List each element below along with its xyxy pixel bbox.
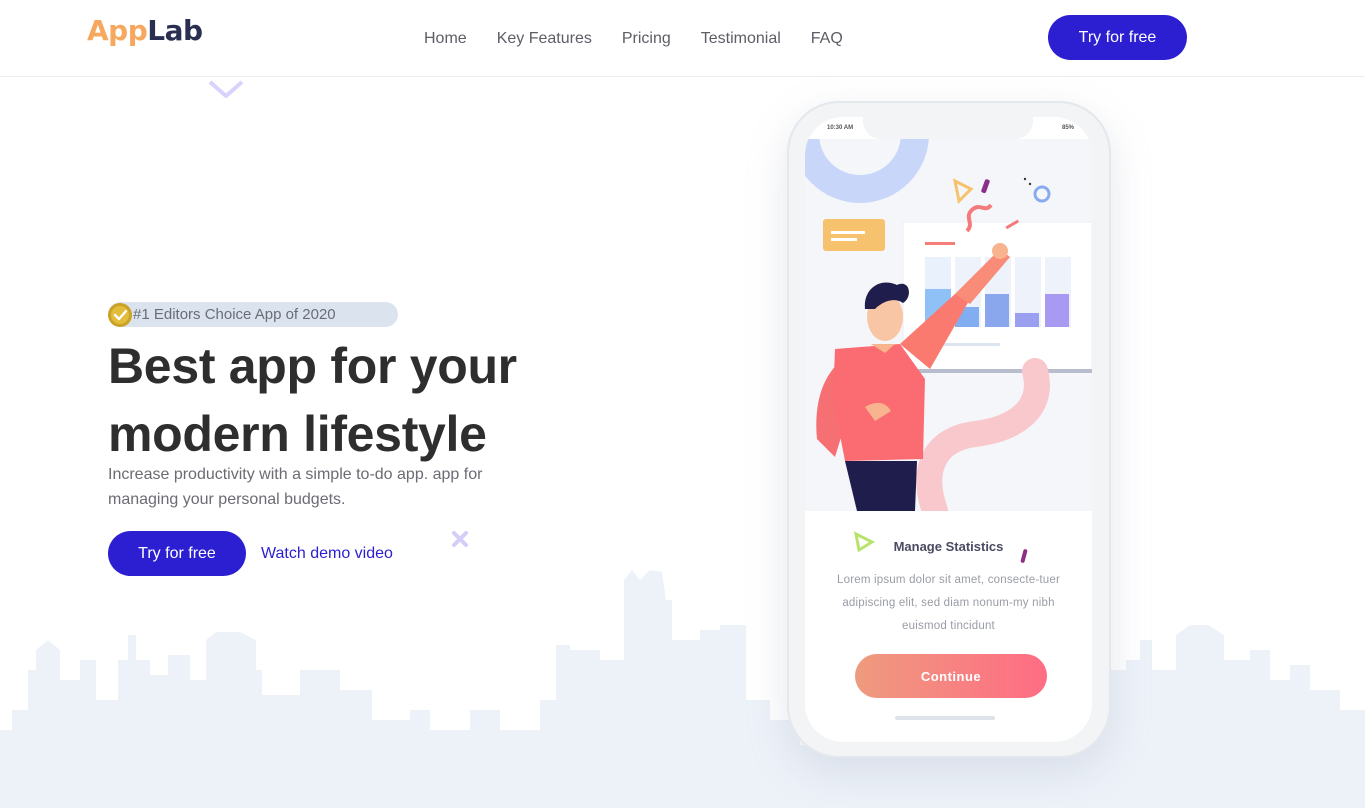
presenter-chart-illustration xyxy=(805,117,1092,524)
header-try-free-button[interactable]: Try for free xyxy=(1048,15,1187,60)
status-time: 10:30 AM xyxy=(827,125,854,131)
badge-text: #1 Editors Choice App of 2020 xyxy=(133,306,336,323)
hero-title-line-1: Best app for your xyxy=(108,338,517,394)
hero-try-free-button[interactable]: Try for free xyxy=(108,531,246,576)
applab-logo[interactable]: AppLab xyxy=(87,14,203,47)
logo-lab-text: Lab xyxy=(147,14,203,47)
card-body: Lorem ipsum dolor sit amet, consecte-tue… xyxy=(837,574,1060,632)
hero-subtitle: Increase productivity with a simple to-d… xyxy=(108,466,483,508)
statistics-illustration xyxy=(805,117,1092,524)
cross-icon xyxy=(452,531,468,547)
phone-mockup: 10:30 AM 85% Manage Statistics Lorem ips… xyxy=(787,101,1111,758)
nav-testimonial[interactable]: Testimonial xyxy=(701,30,781,48)
continue-button[interactable]: Continue xyxy=(855,654,1047,698)
nav-pricing[interactable]: Pricing xyxy=(622,30,671,48)
site-header: AppLab Home Key Features Pricing Testimo… xyxy=(0,0,1365,77)
hero-title-line-2: modern lifestyle xyxy=(108,406,487,462)
home-indicator xyxy=(895,716,995,720)
verified-check-icon xyxy=(108,303,132,327)
main-nav: Home Key Features Pricing Testimonial FA… xyxy=(424,30,873,48)
logo-app-text: App xyxy=(87,14,148,47)
status-battery: 85% xyxy=(1061,125,1074,131)
card-title: Manage Statistics xyxy=(893,539,1004,554)
nav-home[interactable]: Home xyxy=(424,30,467,48)
watch-demo-link[interactable]: Watch demo video xyxy=(261,545,393,563)
nav-key-features[interactable]: Key Features xyxy=(497,30,592,48)
phone-screen: 10:30 AM 85% Manage Statistics Lorem ips… xyxy=(805,117,1092,742)
phone-notch xyxy=(863,117,1033,139)
hero-title: Best app for your modern lifestyle xyxy=(108,332,628,468)
nav-faq[interactable]: FAQ xyxy=(811,30,843,48)
editors-choice-badge: #1 Editors Choice App of 2020 xyxy=(108,302,398,327)
city-skyline-background xyxy=(0,570,1365,808)
